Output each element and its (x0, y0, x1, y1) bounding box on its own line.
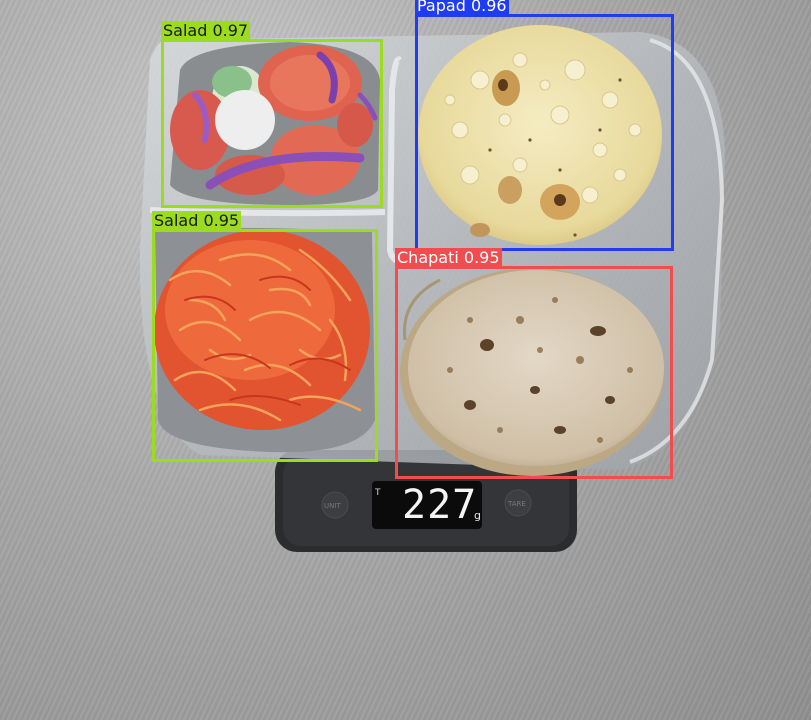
detection-label-salad-1: Salad 0.97 (161, 21, 251, 40)
scale-reading: 227 (402, 482, 478, 528)
scale-indicator: T (375, 488, 381, 498)
detection-label-papad: Papad 0.96 (415, 0, 509, 15)
detection-label-chapati: Chapati 0.95 (395, 248, 502, 267)
detection-box-papad: Papad 0.96 (415, 0, 674, 251)
detection-box-chapati: Chapati 0.95 (395, 248, 673, 479)
unit-button-label: UNIT (324, 502, 341, 510)
detection-box-salad-1: Salad 0.97 (161, 21, 383, 208)
detection-label-salad-2: Salad 0.95 (152, 211, 242, 230)
detection-box-salad-2: Salad 0.95 (152, 211, 378, 462)
tare-button-label: TARE (508, 500, 526, 508)
scale-unit: g (474, 509, 481, 522)
